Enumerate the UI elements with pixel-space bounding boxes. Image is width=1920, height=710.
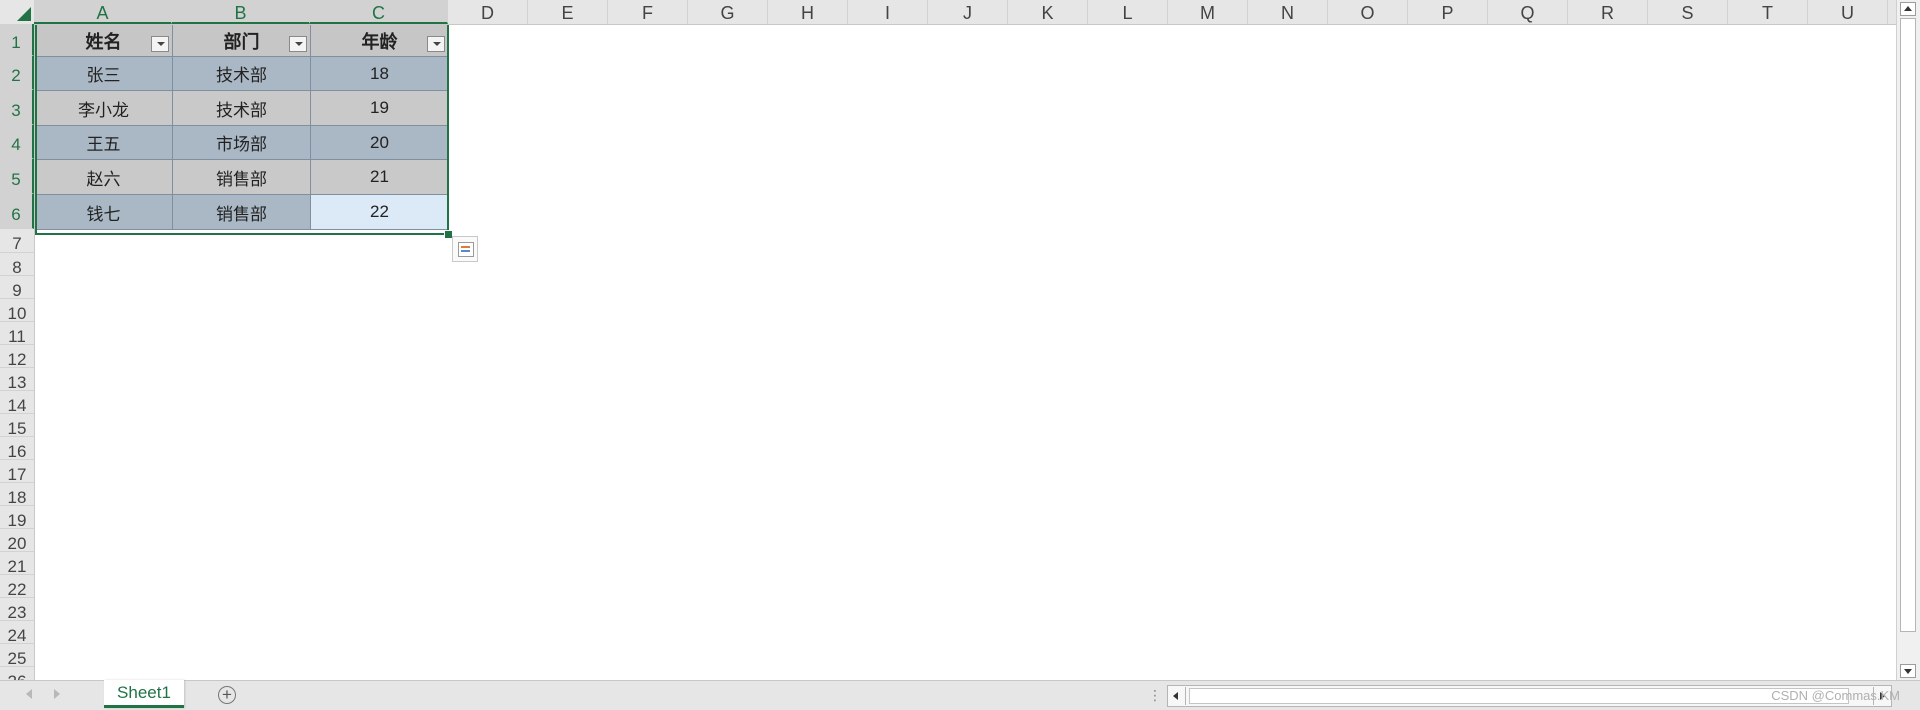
sheet-tab-sheet1[interactable]: Sheet1 [104, 680, 184, 708]
row-header-3[interactable]: 3 [0, 90, 34, 125]
vertical-scrollbar[interactable] [1896, 0, 1920, 682]
column-header-b[interactable]: B [172, 0, 310, 24]
table-header-cell[interactable]: 年龄 [311, 25, 449, 57]
table-header-label: 姓名 [85, 31, 122, 52]
sheet-tab-bar: Sheet1 + ⋮ CSDN @Commas.KM [0, 680, 1920, 710]
row-header-bar: 1 2 3 4 5 6 7 8 9 10 11 12 13 14 15 16 17 18 19 20 21 22 23 24 2… [0, 24, 35, 680]
column-header-m[interactable]: M [1168, 0, 1248, 24]
column-header-p[interactable]: P [1408, 0, 1488, 24]
watermark: CSDN @Commas.KM [1771, 688, 1900, 703]
column-header-c[interactable]: C [310, 0, 448, 24]
filter-dropdown-icon[interactable] [289, 36, 307, 52]
next-sheet-arrow-icon[interactable] [54, 689, 60, 699]
row-header-13[interactable]: 13 [0, 368, 34, 392]
row-header-15[interactable]: 15 [0, 414, 34, 438]
column-header-l[interactable]: L [1088, 0, 1168, 24]
row-header-7[interactable]: 7 [0, 229, 34, 253]
row-header-4[interactable]: 4 [0, 125, 34, 159]
scroll-down-arrow-icon[interactable] [1900, 664, 1916, 678]
table-header-label: 年龄 [361, 31, 398, 52]
filter-dropdown-icon[interactable] [151, 36, 169, 52]
table-cell[interactable]: 赵六 [35, 160, 173, 195]
row-header-20[interactable]: 20 [0, 529, 34, 553]
table-header-cell[interactable]: 姓名 [35, 25, 173, 57]
worksheet-grid[interactable]: 姓名 部门 年龄张三 技术部 18 李小龙 技术部 19 王五 市场部 20 赵六 销售部 21 钱七 销售部… [35, 25, 1895, 680]
row-header-26[interactable]: 26 [0, 667, 34, 680]
row-header-23[interactable]: 23 [0, 598, 34, 622]
column-header-h[interactable]: H [768, 0, 848, 24]
select-all-triangle-icon [17, 7, 31, 21]
active-cell[interactable]: 22 [311, 195, 449, 230]
table-cell[interactable]: 销售部 [173, 160, 311, 195]
row-header-8[interactable]: 8 [0, 253, 34, 277]
row-header-25[interactable]: 25 [0, 644, 34, 668]
row-header-11[interactable]: 11 [0, 322, 34, 346]
table-header-label: 部门 [223, 31, 260, 52]
column-header-g[interactable]: G [688, 0, 768, 24]
table-header-cell[interactable]: 部门 [173, 25, 311, 57]
scroll-left-arrow-icon[interactable] [1169, 687, 1186, 705]
column-header-a[interactable]: A [34, 0, 172, 24]
column-header-j[interactable]: J [928, 0, 1008, 24]
row-header-19[interactable]: 19 [0, 506, 34, 530]
table-cell[interactable]: 技术部 [173, 57, 311, 91]
row-header-21[interactable]: 21 [0, 552, 34, 576]
splitter-handle-icon[interactable]: ⋮ [1148, 687, 1162, 704]
filter-dropdown-icon[interactable] [427, 36, 445, 52]
column-header-n[interactable]: N [1248, 0, 1328, 24]
column-header-e[interactable]: E [528, 0, 608, 24]
table-cell[interactable]: 销售部 [173, 195, 311, 230]
column-header-bar: ABCDEFGHIJKLMNOPQRSTU [0, 0, 1896, 25]
quick-analysis-icon [458, 242, 474, 257]
table-cell[interactable]: 20 [311, 126, 449, 160]
table-cell[interactable]: 18 [311, 57, 449, 91]
row-header-18[interactable]: 18 [0, 483, 34, 507]
row-header-14[interactable]: 14 [0, 391, 34, 415]
column-header-f[interactable]: F [608, 0, 688, 24]
table-cell[interactable]: 市场部 [173, 126, 311, 160]
horizontal-scroll-thumb[interactable] [1189, 688, 1849, 704]
add-sheet-button[interactable]: + [218, 686, 236, 704]
row-header-6[interactable]: 6 [0, 194, 34, 229]
column-header-s[interactable]: S [1648, 0, 1728, 24]
table-cell[interactable]: 技术部 [173, 91, 311, 126]
select-all-corner[interactable] [0, 0, 35, 24]
scroll-up-arrow-icon[interactable] [1900, 2, 1916, 16]
table-cell[interactable]: 钱七 [35, 195, 173, 230]
row-header-5[interactable]: 5 [0, 159, 34, 194]
column-header-t[interactable]: T [1728, 0, 1808, 24]
row-header-17[interactable]: 17 [0, 460, 34, 484]
table-cell[interactable]: 21 [311, 160, 449, 195]
table-cell[interactable]: 19 [311, 91, 449, 126]
prev-sheet-arrow-icon[interactable] [26, 689, 32, 699]
row-header-24[interactable]: 24 [0, 621, 34, 645]
vertical-scroll-thumb[interactable] [1900, 18, 1916, 632]
column-header-u[interactable]: U [1808, 0, 1888, 24]
column-header-d[interactable]: D [448, 0, 528, 24]
table-cell[interactable]: 王五 [35, 126, 173, 160]
column-header-i[interactable]: I [848, 0, 928, 24]
column-header-r[interactable]: R [1568, 0, 1648, 24]
row-header-2[interactable]: 2 [0, 56, 34, 90]
column-header-k[interactable]: K [1008, 0, 1088, 24]
table-cell[interactable]: 李小龙 [35, 91, 173, 126]
row-header-22[interactable]: 22 [0, 575, 34, 599]
table-cell[interactable]: 张三 [35, 57, 173, 91]
column-header-o[interactable]: O [1328, 0, 1408, 24]
row-header-9[interactable]: 9 [0, 276, 34, 300]
row-header-16[interactable]: 16 [0, 437, 34, 461]
column-header-q[interactable]: Q [1488, 0, 1568, 24]
row-header-12[interactable]: 12 [0, 345, 34, 369]
row-header-1[interactable]: 1 [0, 24, 34, 56]
quick-analysis-button[interactable] [452, 236, 478, 262]
row-header-10[interactable]: 10 [0, 299, 34, 323]
